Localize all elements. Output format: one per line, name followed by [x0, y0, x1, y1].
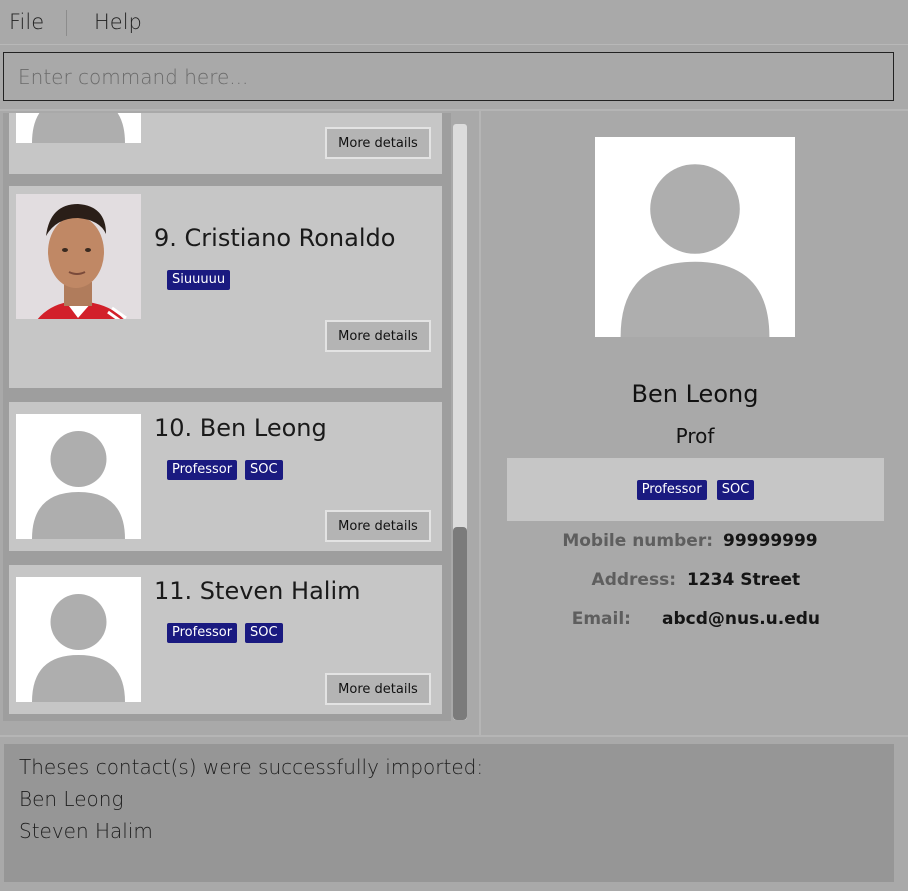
tag: Professor — [167, 623, 238, 643]
default-avatar-icon — [595, 137, 795, 337]
person-list-panel[interactable]: More details 9. Cristiano Ronaldo Siuuuu… — [3, 113, 451, 721]
person-name: 10. Ben Leong — [154, 414, 327, 442]
cristiano-ronaldo-photo-icon — [16, 194, 141, 319]
person-card-ben-leong[interactable]: 10. Ben Leong Professor SOC More details — [9, 402, 442, 551]
more-details-button[interactable]: More details — [325, 127, 431, 159]
menu-file[interactable]: File — [9, 10, 44, 34]
avatar — [16, 113, 141, 143]
result-line: Steven Halim — [19, 819, 153, 843]
more-details-button[interactable]: More details — [325, 510, 431, 542]
detail-name: Ben Leong — [631, 380, 759, 408]
command-box — [3, 52, 894, 101]
result-line: Theses contact(s) were successfully impo… — [19, 755, 484, 779]
tag: SOC — [245, 460, 283, 480]
person-card-partial[interactable]: More details — [9, 113, 442, 174]
tag-list: Professor SOC — [167, 460, 283, 480]
detail-tag-list: Professor SOC — [507, 458, 884, 521]
tag: Siuuuuu — [167, 270, 231, 290]
person-card-steven-halim[interactable]: 11. Steven Halim Professor SOC More deta… — [9, 565, 442, 714]
menu-bar: File Help — [0, 0, 908, 45]
menu-help[interactable]: Help — [94, 10, 142, 34]
email-value: abcd@nus.u.edu — [662, 609, 821, 629]
result-line: Ben Leong — [19, 787, 124, 811]
scrollbar-thumb[interactable] — [453, 527, 467, 720]
command-input[interactable] — [4, 53, 893, 100]
divider — [0, 735, 908, 737]
tag-list: Siuuuuu — [167, 270, 231, 290]
mobile-label: Mobile number: — [562, 531, 713, 551]
tag: SOC — [245, 623, 283, 643]
result-display: Theses contact(s) were successfully impo… — [4, 744, 894, 882]
mobile-value: 99999999 — [723, 531, 818, 551]
person-name: 11. Steven Halim — [154, 577, 361, 605]
address-label: Address: — [591, 570, 676, 590]
detail-avatar — [595, 137, 795, 337]
email-label: Email: — [571, 609, 631, 629]
more-details-button[interactable]: More details — [325, 673, 431, 705]
tag-list: Professor SOC — [167, 623, 283, 643]
divider — [0, 109, 908, 111]
person-name: 9. Cristiano Ronaldo — [154, 224, 396, 252]
avatar — [16, 414, 141, 539]
detail-role: Prof — [675, 424, 715, 448]
tag: Professor — [636, 479, 707, 500]
menu-separator — [66, 10, 67, 36]
address-value: 1234 Street — [687, 570, 801, 590]
tag: Professor — [167, 460, 238, 480]
default-avatar-icon — [16, 414, 141, 539]
more-details-button[interactable]: More details — [325, 320, 431, 352]
person-card-cristiano-ronaldo[interactable]: 9. Cristiano Ronaldo Siuuuuu More detail… — [9, 186, 442, 388]
avatar — [16, 194, 141, 319]
tag: SOC — [716, 479, 755, 500]
default-avatar-icon — [16, 577, 141, 702]
divider — [479, 111, 481, 735]
default-avatar-icon — [16, 113, 141, 143]
avatar — [16, 577, 141, 702]
